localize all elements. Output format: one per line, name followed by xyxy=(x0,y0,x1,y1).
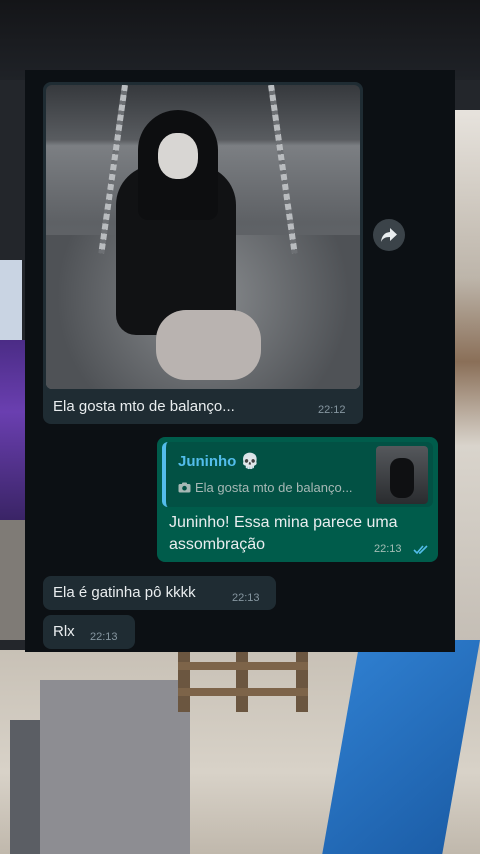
reply-sender-name: Juninho 💀 xyxy=(178,453,260,470)
message-text: Ela é gatinha pô kkkk xyxy=(53,584,196,601)
message-time: 22:13 xyxy=(90,631,118,643)
image-caption: Ela gosta mto de balanço... xyxy=(53,398,235,415)
incoming-message[interactable]: Rlx 22:13 xyxy=(43,615,135,649)
image-message[interactable] xyxy=(43,82,363,424)
background-sky xyxy=(0,260,22,340)
background-top xyxy=(0,0,480,80)
double-check-icon xyxy=(413,545,428,555)
message-time: 22:12 xyxy=(318,404,346,416)
forward-button[interactable] xyxy=(373,219,405,251)
photo-girl-on-swing[interactable] xyxy=(46,85,360,389)
message-time: 22:13 xyxy=(374,543,402,555)
forward-arrow-icon xyxy=(381,228,397,242)
camera-icon xyxy=(178,482,191,493)
incoming-message[interactable]: Ela é gatinha pô kkkk 22:13 xyxy=(43,576,276,610)
message-text: Rlx xyxy=(53,623,75,640)
message-text: Juninho! Essa mina parece uma assombraçã… xyxy=(169,514,398,553)
reply-preview: Ela gosta mto de balanço... xyxy=(178,480,353,495)
reply-preview-text: Ela gosta mto de balanço... xyxy=(195,480,353,495)
reply-thumbnail xyxy=(376,446,428,504)
quoted-reply[interactable]: Juninho 💀 Ela gosta mto de balanço... xyxy=(162,442,433,507)
message-time: 22:13 xyxy=(232,592,260,604)
outgoing-message[interactable]: Juninho 💀 Ela gosta mto de balanço... Ju… xyxy=(157,437,438,562)
background-fence xyxy=(178,652,308,722)
background-stone-block xyxy=(40,680,190,854)
